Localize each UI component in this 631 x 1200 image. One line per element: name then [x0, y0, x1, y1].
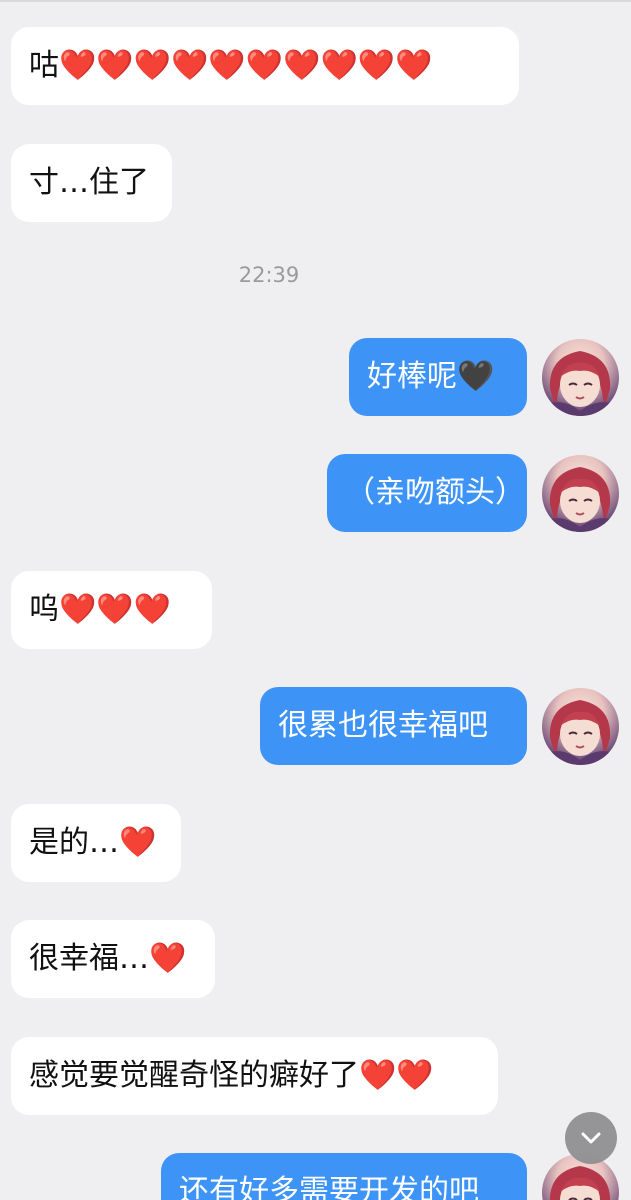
message-bubble-incoming[interactable]: 呜❤️❤️❤️: [11, 571, 212, 649]
message-bubble-incoming[interactable]: 很幸福…❤️: [11, 920, 215, 998]
message-bubble-outgoing[interactable]: 还有好多需要开发的吧: [161, 1153, 527, 1200]
timestamp: 22:39: [238, 263, 300, 287]
message-bubble-incoming[interactable]: 咕❤️❤️❤️❤️❤️❤️❤️❤️❤️❤️: [11, 27, 519, 105]
scroll-to-bottom-button[interactable]: [565, 1112, 617, 1164]
user-avatar[interactable]: [542, 339, 619, 416]
user-avatar[interactable]: [542, 688, 619, 765]
chevron-down-icon: [581, 1132, 601, 1144]
message-bubble-outgoing[interactable]: 很累也很幸福吧: [260, 687, 527, 765]
message-bubble-outgoing[interactable]: （亲吻额头）: [327, 454, 527, 532]
message-bubble-incoming[interactable]: 是的…❤️: [11, 804, 181, 882]
message-bubble-incoming[interactable]: 感觉要觉醒奇怪的癖好了❤️❤️: [11, 1037, 498, 1115]
chat-view[interactable]: 咕❤️❤️❤️❤️❤️❤️❤️❤️❤️❤️ 寸…住了 22:39 好棒呢🖤 （亲…: [0, 0, 631, 1200]
user-avatar[interactable]: [542, 455, 619, 532]
message-bubble-incoming[interactable]: 寸…住了: [11, 144, 172, 222]
top-divider: [0, 0, 631, 2]
message-bubble-outgoing[interactable]: 好棒呢🖤: [349, 338, 527, 416]
